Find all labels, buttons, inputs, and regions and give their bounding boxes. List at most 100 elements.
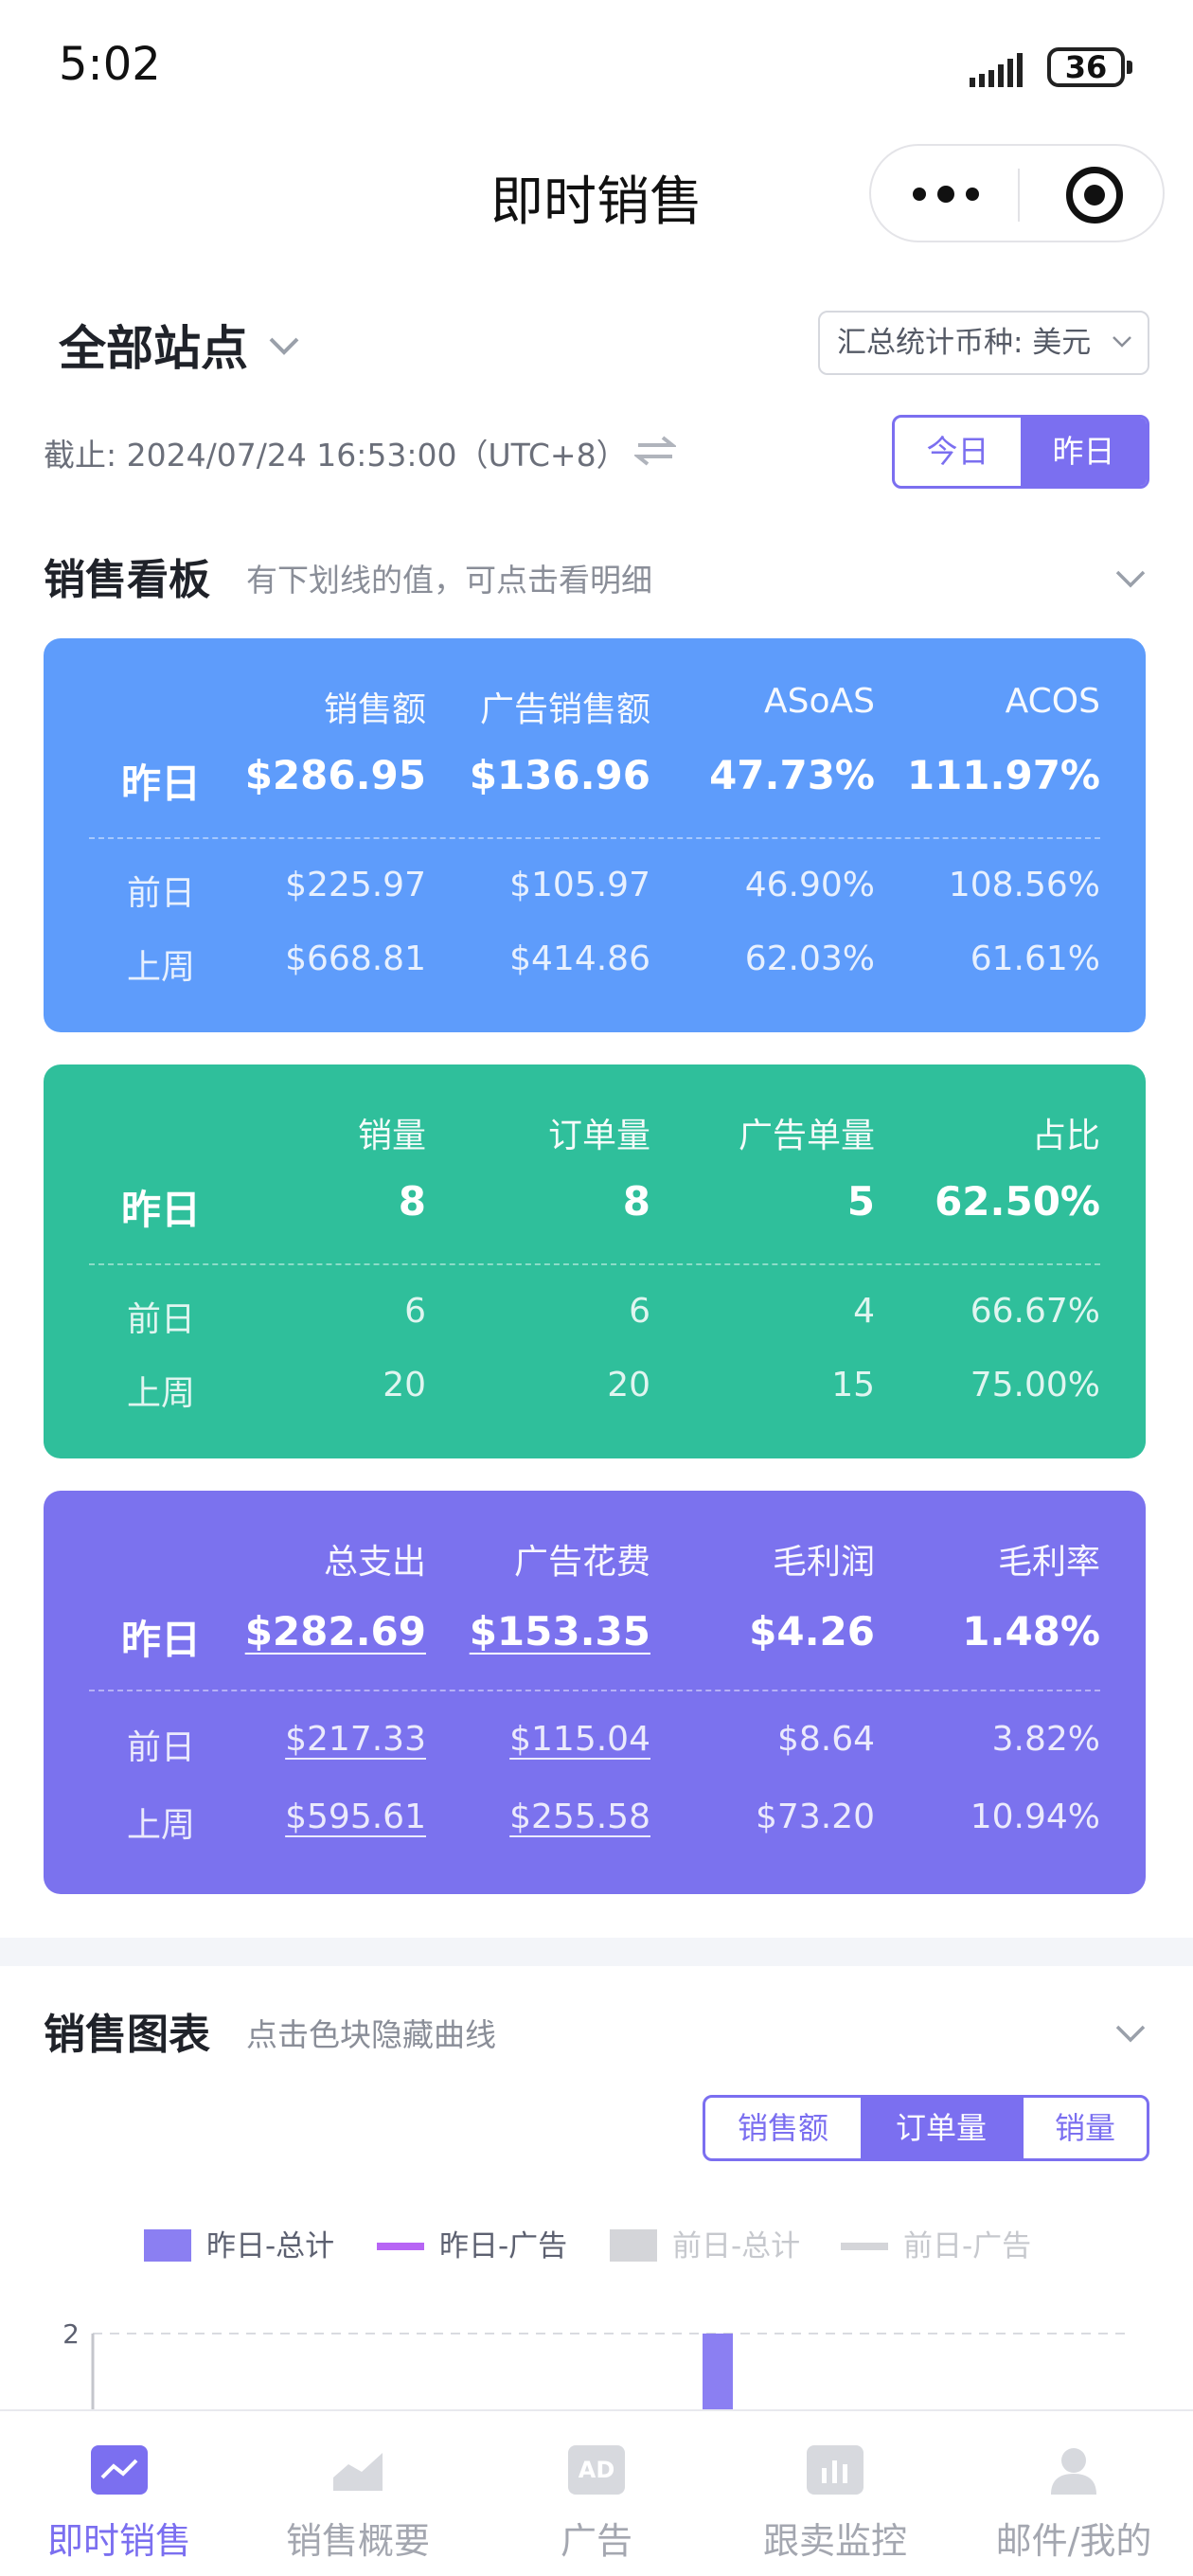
y-tick-label: 2 — [62, 2318, 80, 2350]
value-ratio: 66.67% — [970, 1292, 1100, 1331]
legend-label: 昨日-广告 — [439, 2229, 568, 2263]
value-units: 20 — [383, 1366, 426, 1404]
legend-item-yesterday-ad[interactable]: 昨日-广告 — [377, 2227, 585, 2265]
row-label-day-before: 前日 — [126, 1300, 195, 1339]
chart-bar-yesterday-total[interactable] — [703, 2334, 733, 2415]
value-sales: $225.97 — [285, 866, 426, 904]
col-header: 广告销售额 — [479, 690, 650, 729]
value-asoas: 62.03% — [744, 939, 875, 978]
sales-board-title: 销售看板 — [44, 556, 210, 604]
value-acos: 61.61% — [970, 939, 1100, 978]
legend-swatch — [610, 2229, 657, 2262]
value-orders: 6 — [629, 1292, 650, 1331]
legend-label: 前日-广告 — [903, 2229, 1032, 2263]
tab-orders[interactable]: 订单量 — [861, 2098, 1022, 2158]
legend-swatch — [377, 2243, 424, 2250]
value-total-expense-link[interactable]: $282.69 — [245, 1608, 426, 1655]
section-separator — [0, 1938, 1193, 1966]
tab-label: 即时销售 — [46, 2520, 191, 2562]
day-tab-yesterday[interactable]: 昨日 — [1021, 418, 1147, 486]
value-orders: 8 — [622, 1178, 650, 1225]
row-label-day-before: 前日 — [126, 874, 195, 913]
profit-card: 总支出 广告花费 毛利润 毛利率 昨日 $282.69 $153.35 $4.2… — [44, 1491, 1146, 1894]
value-total-expense-link[interactable]: $217.33 — [285, 1720, 426, 1759]
value-asoas: 46.90% — [744, 866, 875, 904]
sales-chart-title: 销售图表 — [44, 2011, 210, 2059]
mini-program-capsule — [869, 144, 1165, 242]
currency-label: 汇总统计币种: 美元 — [837, 326, 1092, 360]
value-total-expense-link[interactable]: $595.61 — [285, 1798, 426, 1836]
legend-item-daybefore-ad[interactable]: 前日-广告 — [841, 2227, 1049, 2265]
tab-label: 销售概要 — [285, 2520, 430, 2562]
tab-mail-profile[interactable]: 邮件/我的 — [954, 2411, 1193, 2576]
row-label-last-week: 上周 — [126, 1374, 195, 1413]
signal-icon — [970, 53, 1023, 87]
row-label-last-week: 上周 — [126, 948, 195, 987]
battery-icon: 36 — [1047, 47, 1132, 87]
value-gross-margin: 3.82% — [991, 1720, 1100, 1759]
row-label-yesterday: 昨日 — [120, 760, 201, 807]
value-gross-margin: 10.94% — [970, 1798, 1100, 1836]
col-header: 订单量 — [547, 1117, 650, 1155]
chevron-down-icon — [1113, 336, 1131, 348]
ad-icon-text: AD — [578, 2457, 615, 2483]
chevron-down-icon[interactable] — [1113, 561, 1148, 595]
legend-item-daybefore-total[interactable]: 前日-总计 — [610, 2227, 818, 2265]
value-gross-margin: 1.48% — [962, 1608, 1100, 1655]
tab-units[interactable]: 销量 — [1022, 2098, 1147, 2158]
tab-label: 广告 — [560, 2520, 632, 2562]
value-sales: $286.95 — [244, 752, 426, 798]
tab-sales-amount[interactable]: 销售额 — [705, 2098, 861, 2158]
value-ad-spend-link[interactable]: $153.35 — [470, 1608, 650, 1655]
value-sales: $668.81 — [285, 939, 426, 978]
more-icon[interactable] — [909, 184, 985, 206]
deadline-text: 截止: 2024/07/24 16:53:00（UTC+8） — [44, 437, 628, 474]
station-selector[interactable]: 全部站点 — [59, 311, 248, 379]
value-units: 8 — [398, 1178, 426, 1225]
col-header: 占比 — [1031, 1117, 1100, 1155]
col-header: 毛利润 — [772, 1543, 875, 1582]
value-ad-sales: $105.97 — [509, 866, 650, 904]
ad-icon: AD — [568, 2445, 625, 2495]
value-gross-profit: $4.26 — [749, 1608, 875, 1655]
user-icon — [1045, 2445, 1102, 2495]
divider — [89, 1690, 1100, 1691]
value-acos: 108.56% — [948, 866, 1100, 904]
legend-item-yesterday-total[interactable]: 昨日-总计 — [144, 2227, 352, 2265]
chevron-down-icon[interactable] — [1113, 2015, 1148, 2049]
row-label-yesterday: 昨日 — [120, 1617, 201, 1663]
swap-icon[interactable] — [634, 432, 676, 470]
col-header: 广告单量 — [738, 1117, 875, 1155]
tab-listing-monitor[interactable]: 跟卖监控 — [716, 2411, 954, 2576]
sales-chart-subtitle: 点击色块隐藏曲线 — [246, 2016, 496, 2053]
chart-line-icon — [91, 2445, 148, 2495]
row-label-day-before: 前日 — [126, 1728, 195, 1767]
value-acos: 111.97% — [906, 752, 1100, 798]
tab-ads[interactable]: AD 广告 — [477, 2411, 716, 2576]
status-time: 5:02 — [59, 38, 161, 91]
value-ad-sales: $136.96 — [469, 752, 650, 798]
close-target-icon[interactable] — [1066, 167, 1123, 224]
tab-sales-overview[interactable]: 销售概要 — [239, 2411, 477, 2576]
orders-card: 销量 订单量 广告单量 占比 昨日 8 8 5 62.50% 前日 6 6 4 … — [44, 1064, 1146, 1458]
legend-label: 前日-总计 — [672, 2229, 801, 2263]
divider — [89, 837, 1100, 839]
divider — [89, 1263, 1100, 1265]
col-header: 总支出 — [323, 1543, 426, 1582]
value-ad-orders: 4 — [853, 1292, 875, 1331]
value-units: 6 — [404, 1292, 426, 1331]
day-tab-today[interactable]: 今日 — [895, 418, 1021, 486]
orders-chart: 2 — [62, 2318, 1127, 2415]
capsule-divider — [1018, 169, 1020, 222]
col-header: ACOS — [1005, 682, 1100, 721]
chevron-down-icon[interactable] — [265, 326, 303, 364]
value-ratio: 62.50% — [935, 1178, 1100, 1225]
tab-label: 跟卖监控 — [762, 2520, 907, 2562]
currency-selector[interactable]: 汇总统计币种: 美元 — [818, 311, 1149, 375]
tab-realtime-sales[interactable]: 即时销售 — [0, 2411, 239, 2576]
col-header: 广告花费 — [513, 1543, 650, 1582]
col-header: 毛利率 — [997, 1543, 1100, 1582]
value-ad-spend-link[interactable]: $255.58 — [509, 1798, 650, 1836]
value-ad-spend-link[interactable]: $115.04 — [509, 1720, 650, 1759]
chart-metric-tabs: 销售额 订单量 销量 — [703, 2095, 1149, 2161]
